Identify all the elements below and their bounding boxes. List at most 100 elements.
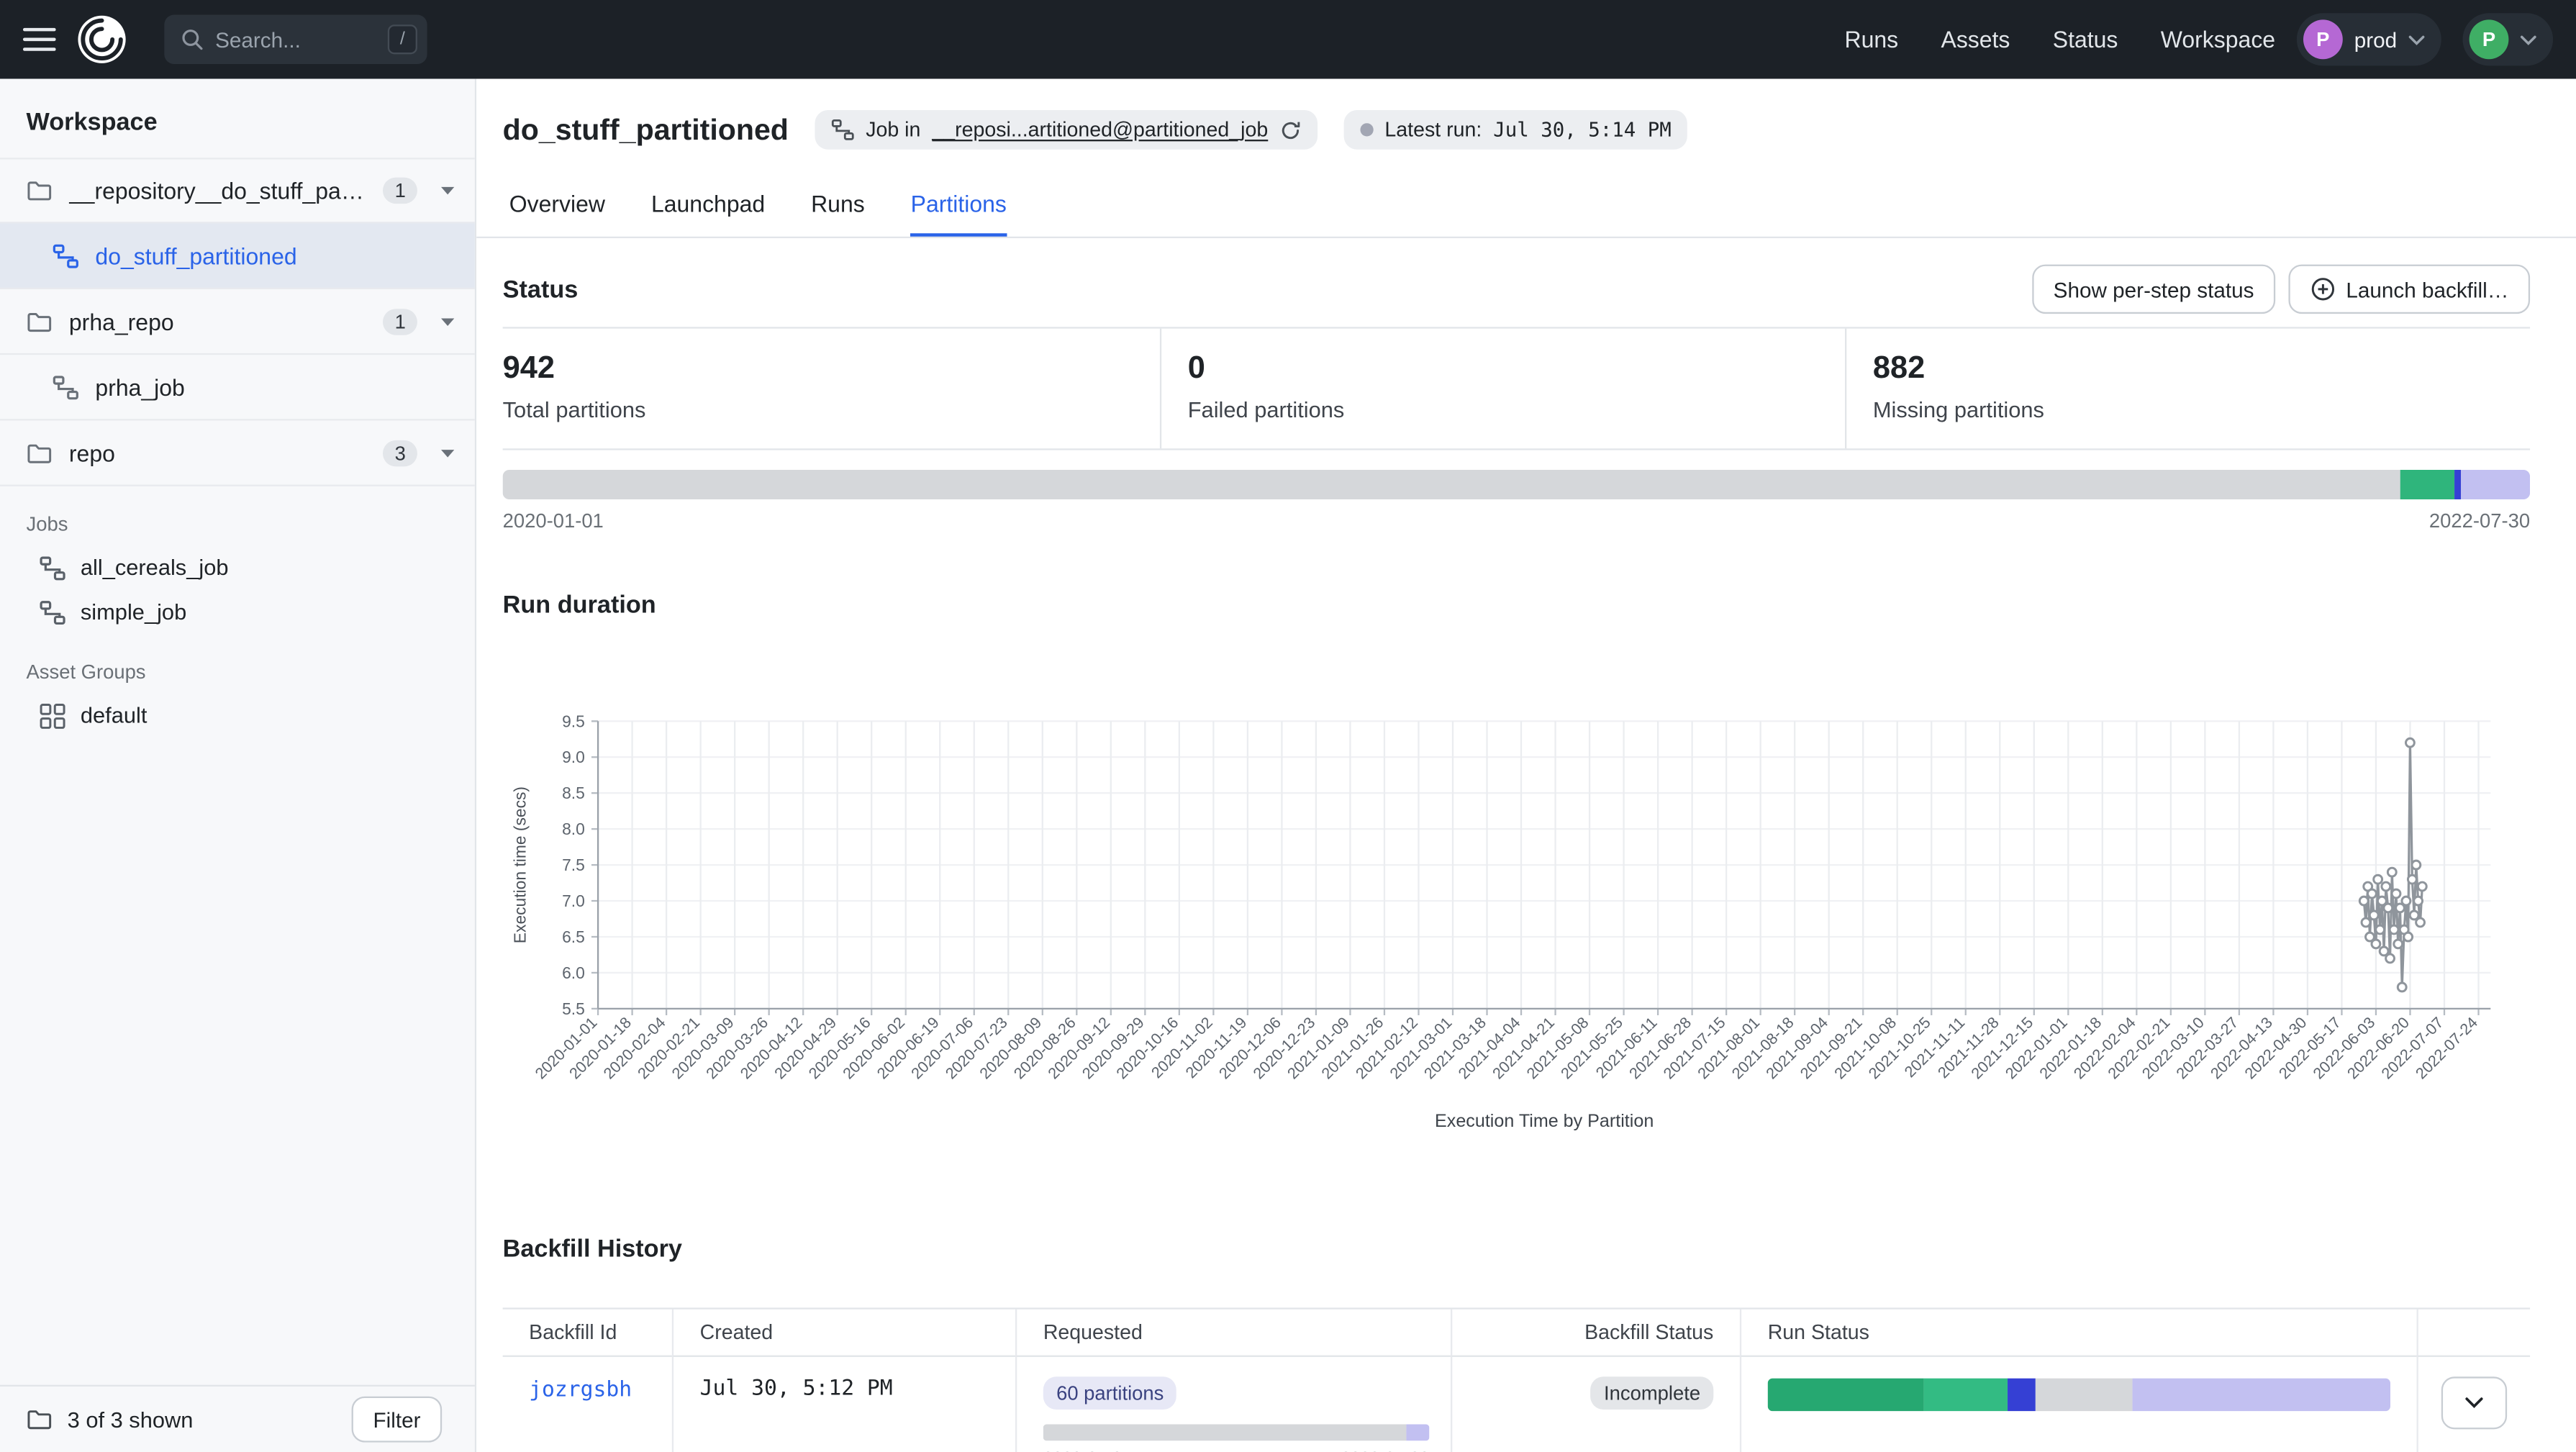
folder-icon xyxy=(27,308,53,335)
sidebar-item-label: prha_repo xyxy=(69,308,174,335)
bar-segment xyxy=(503,470,2400,499)
dagster-logo[interactable] xyxy=(77,15,126,64)
partition-range-end: 2022-07-30 xyxy=(2429,509,2530,532)
stat-value: 0 xyxy=(1188,352,1845,388)
svg-text:8.5: 8.5 xyxy=(562,784,585,802)
col-header-backfill-status: Backfill Status xyxy=(1451,1310,1740,1357)
svg-text:Execution Time by Partition: Execution Time by Partition xyxy=(1435,1111,1654,1131)
partition-status-bar xyxy=(503,470,2530,499)
folder-icon xyxy=(27,440,53,466)
count-badge: 1 xyxy=(384,178,417,204)
deployment-name: prod xyxy=(2354,27,2397,52)
svg-text:7.0: 7.0 xyxy=(562,891,585,910)
stat-failed-partitions: 0 Failed partitions xyxy=(1161,329,1846,449)
nav-runs[interactable]: Runs xyxy=(1845,27,1899,53)
sidebar-item-prha-job[interactable]: prha_job xyxy=(0,355,475,420)
backfill-history-table: Backfill Id Created Requested Backfill S… xyxy=(503,1307,2530,1452)
bar-segment xyxy=(1768,1379,1923,1412)
shown-count: 3 of 3 shown xyxy=(68,1407,194,1432)
count-badge: 3 xyxy=(384,440,417,466)
sidebar-item-prha-repo[interactable]: prha_repo 1 xyxy=(0,289,475,355)
folder-icon xyxy=(27,178,53,204)
sidebar-item-default-asset-group[interactable]: default xyxy=(0,693,475,738)
stat-value: 882 xyxy=(1873,352,2530,388)
svg-text:7.5: 7.5 xyxy=(562,856,585,874)
search-icon xyxy=(181,28,204,51)
sidebar-item-label: do_stuff_partitioned xyxy=(95,242,296,269)
dagster-logo-icon xyxy=(77,15,126,64)
sidebar-item-label: __repository__do_stuff_partitio... xyxy=(69,178,367,204)
stat-value: 942 xyxy=(503,352,1160,388)
latest-run-pill: Latest run: Jul 30, 5:14 PM xyxy=(1343,110,1687,150)
tab-overview[interactable]: Overview xyxy=(509,178,605,237)
bar-segment xyxy=(2132,1379,2390,1412)
bar-segment xyxy=(1043,1425,1406,1441)
sidebar-item-all-cereals-job[interactable]: all_cereals_job xyxy=(0,545,475,590)
job-icon xyxy=(831,118,854,141)
stat-label: Failed partitions xyxy=(1188,398,1845,422)
sidebar-item-label: repo xyxy=(69,440,115,466)
expand-row-button[interactable] xyxy=(2441,1376,2507,1429)
expand-cell xyxy=(2417,1357,2531,1452)
nav-workspace[interactable]: Workspace xyxy=(2161,27,2275,53)
caret-down-icon[interactable] xyxy=(440,448,455,458)
page-title: do_stuff_partitioned xyxy=(503,112,789,147)
backfill-id-link[interactable]: jozrgsbh xyxy=(529,1379,632,1403)
deployment-switcher[interactable]: P prod xyxy=(2297,13,2441,65)
sidebar-item-label: all_cereals_job xyxy=(81,555,229,580)
col-header-expand xyxy=(2417,1310,2531,1357)
job-icon xyxy=(53,242,79,269)
backfill-requested-cell: 60 partitions 2020-01-01 2022-07-30 xyxy=(1015,1357,1451,1452)
latest-run-link[interactable]: Jul 30, 5:14 PM xyxy=(1493,118,1671,141)
caret-down-icon[interactable] xyxy=(440,317,455,327)
top-navbar: / Runs Assets Status Workspace P prod P xyxy=(0,0,2576,79)
stat-missing-partitions: 882 Missing partitions xyxy=(1846,329,2530,449)
filter-button[interactable]: Filter xyxy=(352,1397,442,1443)
sidebar-item-simple-job[interactable]: simple_job xyxy=(0,590,475,635)
user-menu[interactable]: P xyxy=(2462,13,2553,65)
latest-run-label: Latest run: xyxy=(1384,118,1482,141)
tab-launchpad[interactable]: Launchpad xyxy=(651,178,765,237)
svg-text:8.0: 8.0 xyxy=(562,820,585,838)
stat-label: Missing partitions xyxy=(1873,398,2530,422)
search-input[interactable] xyxy=(215,27,376,52)
bar-segment xyxy=(2400,470,2455,499)
partition-bar-labels: 2020-01-01 2022-07-30 xyxy=(503,509,2530,532)
bar-segment xyxy=(1406,1425,1429,1441)
plus-circle-icon xyxy=(2310,276,2336,303)
folder-icon xyxy=(27,1406,53,1433)
launch-backfill-button[interactable]: Launch backfill… xyxy=(2288,265,2530,314)
svg-text:9.5: 9.5 xyxy=(562,712,585,730)
page-header: do_stuff_partitioned Job in __reposi...a… xyxy=(503,79,2530,158)
caret-down-icon[interactable] xyxy=(440,186,455,196)
job-origin-link[interactable]: __reposi...artitioned@partitioned_job xyxy=(932,118,1268,141)
svg-text:5.5: 5.5 xyxy=(562,999,585,1018)
requested-partitions-tag[interactable]: 60 partitions xyxy=(1043,1376,1177,1410)
sidebar-item-repository-do-stuff[interactable]: __repository__do_stuff_partitio... 1 xyxy=(0,158,475,223)
backfill-history-title: Backfill History xyxy=(503,1235,2530,1263)
tab-runs[interactable]: Runs xyxy=(811,178,865,237)
status-header-row: Status Show per-step status Launch backf… xyxy=(503,265,2530,314)
sidebar-item-do-stuff-partitioned[interactable]: do_stuff_partitioned xyxy=(0,224,475,289)
run-status-cell xyxy=(1740,1357,2417,1452)
nav-assets[interactable]: Assets xyxy=(1941,27,2010,53)
tab-partitions[interactable]: Partitions xyxy=(911,178,1007,237)
user-avatar: P xyxy=(2470,19,2509,59)
sidebar-title: Workspace xyxy=(0,79,475,158)
bar-segment xyxy=(2036,1379,2132,1412)
status-section-title: Status xyxy=(503,275,579,303)
search-box[interactable]: / xyxy=(164,15,427,64)
nav-status[interactable]: Status xyxy=(2053,27,2118,53)
show-per-step-status-button[interactable]: Show per-step status xyxy=(2032,265,2275,314)
job-icon xyxy=(53,373,79,400)
sidebar-item-repo[interactable]: repo 3 xyxy=(0,420,475,486)
hamburger-icon xyxy=(23,27,56,53)
col-header-created: Created xyxy=(672,1310,1015,1357)
job-origin-prefix: Job in xyxy=(866,118,920,141)
refresh-icon[interactable] xyxy=(1279,119,1301,141)
backfill-table-grid: Backfill Id Created Requested Backfill S… xyxy=(503,1310,2530,1452)
chevron-down-icon xyxy=(2408,34,2425,45)
run-duration-title: Run duration xyxy=(503,591,2530,620)
count-badge: 1 xyxy=(384,308,417,335)
menu-button[interactable] xyxy=(23,27,56,53)
